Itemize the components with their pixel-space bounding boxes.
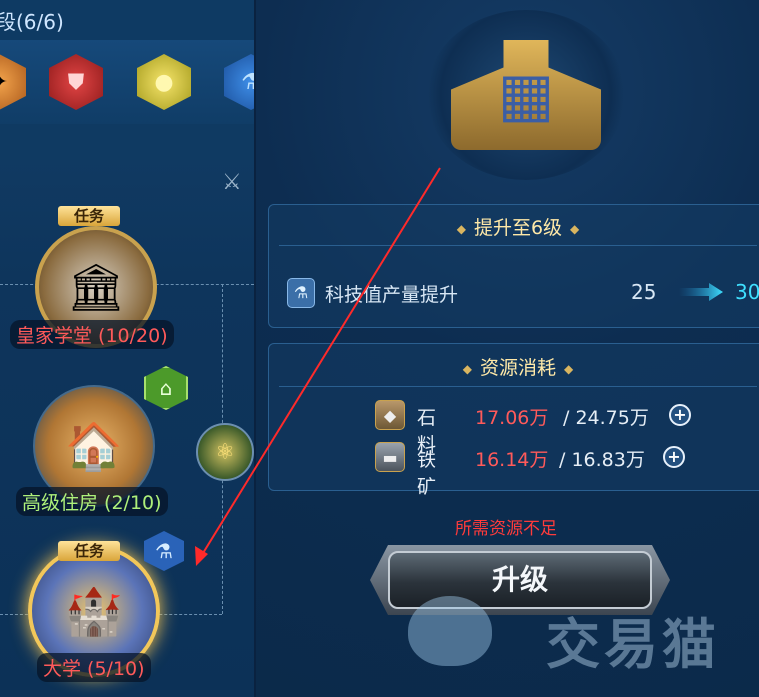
stat-row: ⚗ 科技值产量提升 25 30 bbox=[287, 278, 759, 308]
add-iron-button[interactable]: + bbox=[663, 446, 685, 468]
divider bbox=[279, 386, 757, 387]
university-preview: ▦ bbox=[426, 10, 626, 180]
diamond-icon: ◆ bbox=[456, 221, 466, 236]
divider bbox=[279, 245, 757, 246]
iron-icon: ▬ bbox=[375, 442, 405, 472]
quest-ribbon: 任务 bbox=[58, 541, 121, 561]
resource-cost-panel: ◆ 资源消耗 ◆ ◆ 石料 17.06万 / 24.75万 + ▬ 铁矿 16.14… bbox=[268, 343, 759, 498]
building-label: 高级住房 (2/10) bbox=[16, 487, 168, 516]
resource-node-icon[interactable]: ⚛ bbox=[196, 423, 254, 481]
upgrade-title: 提升至6级 bbox=[473, 217, 563, 239]
diamond-icon: ◆ bbox=[462, 361, 472, 376]
diamond-icon: ◆ bbox=[564, 361, 574, 376]
resources-title: 资源消耗 bbox=[479, 357, 556, 379]
watermark-text: 交易猫 bbox=[546, 613, 720, 676]
flask-icon: ⚗ bbox=[287, 278, 315, 308]
stat-current-value: 25 bbox=[631, 280, 657, 304]
resource-owned: / 16.83万 bbox=[559, 449, 645, 471]
building-label: 大学 (5/10) bbox=[37, 653, 151, 682]
resource-owned: / 24.75万 bbox=[563, 407, 649, 429]
university-art-icon: ▦ bbox=[451, 40, 601, 150]
stat-label: 科技值产量提升 bbox=[325, 284, 459, 306]
quest-ribbon: 任务 bbox=[58, 206, 121, 226]
arrow-right-icon bbox=[679, 283, 723, 301]
add-stone-button[interactable]: + bbox=[669, 404, 691, 426]
resource-name: 铁矿 bbox=[417, 449, 437, 498]
resource-required: 17.06万 bbox=[475, 407, 549, 429]
crossed-swords-icon: ⚔ bbox=[222, 170, 242, 195]
stage-title: 段(6/6) bbox=[0, 10, 64, 34]
cat-logo-icon bbox=[408, 596, 492, 666]
stat-next-value: 30 bbox=[735, 280, 759, 304]
divider-band bbox=[0, 124, 254, 160]
insufficient-resources-warning: 所需资源不足 bbox=[455, 519, 557, 539]
building-tree-panel: 段(6/6) ✦ ⛊ ● ⚗ ⚔ 🏛 任务 皇家学堂 (10/20) 🏠 ⌂ 高… bbox=[0, 0, 254, 697]
tech-icon-row bbox=[0, 40, 254, 126]
upgrade-panel: ◆ 提升至6级 ◆ ⚗ 科技值产量提升 25 30 bbox=[268, 204, 759, 328]
resource-required: 16.14万 bbox=[475, 449, 549, 471]
stone-icon: ◆ bbox=[375, 400, 405, 430]
upgrade-title-row: ◆ 提升至6级 ◆ bbox=[269, 213, 759, 240]
building-label: 皇家学堂 (10/20) bbox=[10, 320, 174, 349]
diamond-icon: ◆ bbox=[570, 221, 580, 236]
resources-title-row: ◆ 资源消耗 ◆ bbox=[269, 353, 759, 380]
